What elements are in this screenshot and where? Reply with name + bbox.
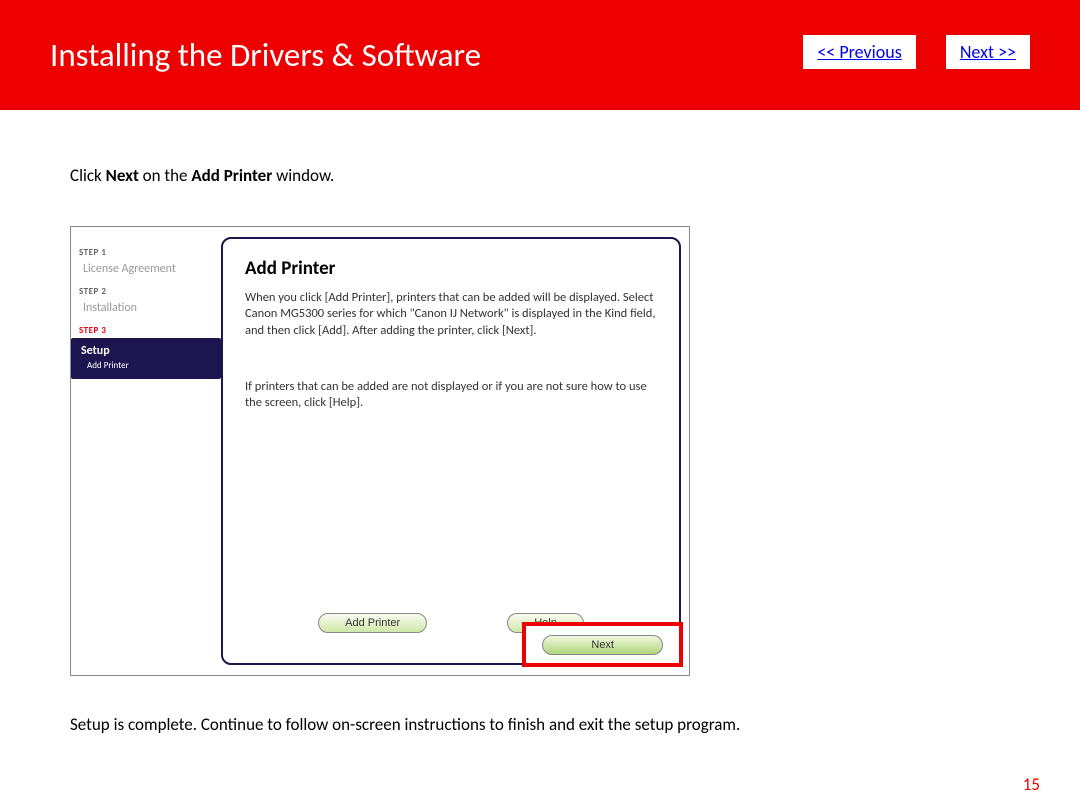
content: Click Next on the Add Printer window. ST… — [0, 110, 1080, 735]
step2-name: Installation — [79, 299, 221, 317]
dialog-para1: When you click [Add Printer], printers t… — [245, 290, 657, 339]
dialog-para2: If printers that can be added are not di… — [245, 379, 657, 412]
text: on the — [139, 165, 192, 186]
completion-text: Setup is complete. Continue to follow on… — [70, 714, 1010, 735]
page-header: Installing the Drivers & Software << Pre… — [0, 0, 1080, 110]
nav-buttons: << Previous Next >> — [803, 35, 1030, 69]
screenshot-dialog: STEP 1 License Agreement STEP 2 Installa… — [70, 226, 690, 676]
step1-name: License Agreement — [79, 260, 221, 278]
bold-next: Next — [106, 165, 139, 186]
previous-link[interactable]: << Previous — [803, 35, 915, 69]
bold-addprinter: Add Printer — [191, 165, 272, 186]
dialog-heading: Add Printer — [245, 257, 657, 280]
add-printer-button[interactable]: Add Printer — [318, 613, 427, 633]
page-number: 15 — [1023, 774, 1040, 795]
add-printer-sub: Add Printer — [81, 360, 215, 371]
instruction-text: Click Next on the Add Printer window. — [70, 165, 1010, 186]
step3-active: Setup Add Printer — [71, 338, 221, 379]
next-button[interactable]: Next — [542, 635, 663, 655]
step1-label: STEP 1 — [79, 247, 221, 258]
text: Click — [70, 165, 106, 186]
setup-label: Setup — [81, 344, 215, 358]
step2-label: STEP 2 — [79, 286, 221, 297]
step3-label: STEP 3 — [79, 325, 221, 336]
text: window. — [272, 165, 334, 186]
wizard-sidebar: STEP 1 License Agreement STEP 2 Installa… — [71, 227, 221, 675]
next-link[interactable]: Next >> — [946, 35, 1030, 69]
page-title: Installing the Drivers & Software — [50, 35, 481, 75]
dialog-body: Add Printer When you click [Add Printer]… — [221, 237, 681, 665]
next-highlight: Next — [522, 622, 683, 667]
